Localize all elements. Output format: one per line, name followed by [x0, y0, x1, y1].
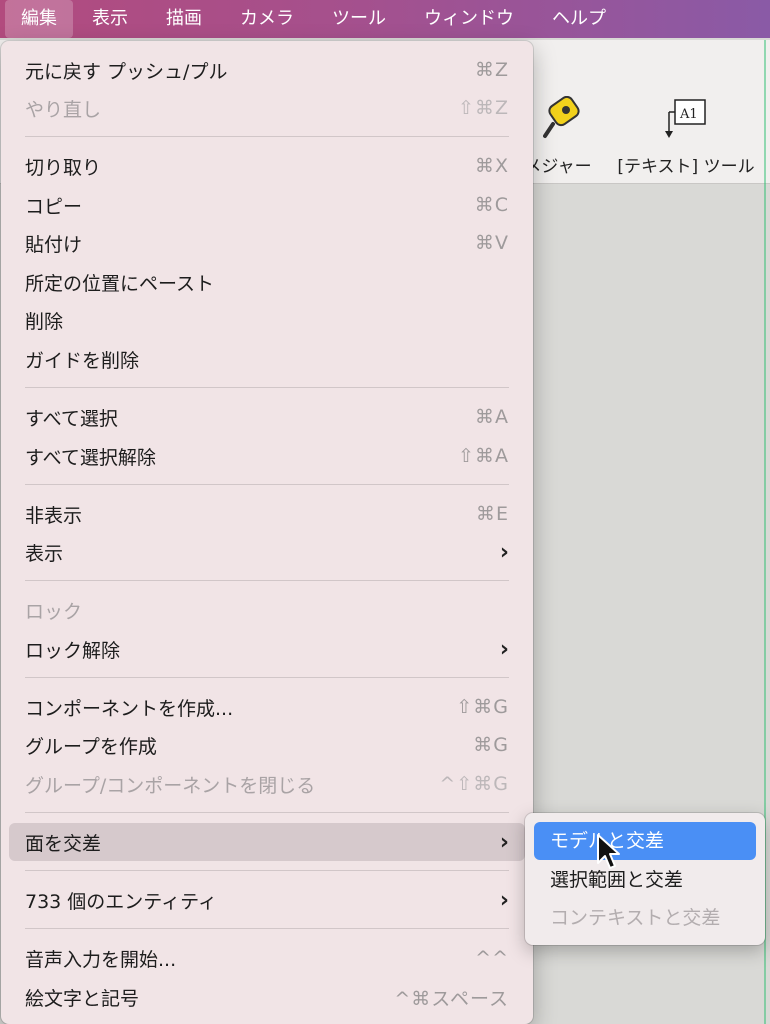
menubar-help[interactable]: ヘルプ: [533, 0, 625, 38]
submenu-item-intersect-model[interactable]: モデルと交差: [534, 822, 756, 860]
menu-item-label: 貼付け: [25, 233, 83, 256]
mouse-cursor-icon: [597, 834, 620, 869]
menubar-edit[interactable]: 編集: [5, 0, 73, 38]
menu-item-label: グループを作成: [25, 735, 157, 758]
menu-item-label: やり直し: [25, 98, 102, 121]
menu-item-delete-guides[interactable]: ガイドを削除: [9, 340, 525, 378]
menubar-tools[interactable]: ツール: [313, 0, 405, 38]
menubar-window[interactable]: ウィンドウ: [405, 0, 533, 38]
menu-item-label: ガイドを削除: [25, 349, 140, 372]
menu-item-label: 元に戻す プッシュ/プル: [25, 60, 228, 83]
menu-separator: [25, 387, 509, 388]
menu-separator: [25, 870, 509, 871]
menu-item-unlock[interactable]: ロック解除 ›: [9, 630, 525, 668]
submenu-item-intersect-context: コンテキストと交差: [550, 907, 721, 929]
chevron-right-icon: ›: [499, 539, 509, 565]
menu-item-start-dictation[interactable]: 音声入力を開始... ^^: [9, 939, 525, 977]
menu-item-make-group[interactable]: グループを作成 ⌘G: [9, 726, 525, 764]
menu-item-select-all[interactable]: すべて選択 ⌘A: [9, 398, 525, 436]
menu-item-emoji-symbols[interactable]: 絵文字と記号 ^⌘スペース: [9, 978, 525, 1016]
submenu-item-intersect-selection[interactable]: 選択範囲と交差: [534, 861, 756, 899]
shortcut: ⇧⌘G: [456, 696, 509, 718]
menu-item-label: 所定の位置にペースト: [25, 272, 215, 295]
menu-item-label: ロック: [25, 600, 83, 623]
shortcut: ⇧⌘Z: [458, 97, 509, 119]
shortcut: ⌘X: [474, 155, 509, 177]
menu-separator: [25, 928, 509, 929]
menu-item-label: 切り取り: [25, 156, 102, 179]
menu-item-label: すべて選択: [25, 407, 118, 430]
menu-item-redo: やり直し ⇧⌘Z: [9, 89, 525, 127]
menu-item-copy[interactable]: コピー ⌘C: [9, 186, 525, 224]
chevron-right-icon: ›: [499, 829, 509, 855]
shortcut: ^⇧⌘G: [439, 773, 509, 795]
menu-item-paste[interactable]: 貼付け ⌘V: [9, 224, 525, 262]
menu-bar: 編集 表示 描画 カメラ ツール ウィンドウ ヘルプ: [0, 0, 770, 38]
menu-item-delete[interactable]: 削除: [9, 301, 525, 339]
menu-item-label: 表示: [25, 542, 64, 565]
text-tool-label: [テキスト] ツール: [617, 157, 755, 177]
shortcut: ⌘A: [475, 406, 509, 428]
menu-item-lock: ロック: [9, 591, 525, 629]
menu-item-select-none[interactable]: すべて選択解除 ⇧⌘A: [9, 437, 525, 475]
text-tool-icon-text: A1: [679, 107, 698, 122]
shortcut: ⌘G: [473, 734, 509, 756]
menu-item-make-component[interactable]: コンポーネントを作成... ⇧⌘G: [9, 688, 525, 726]
menubar-camera[interactable]: カメラ: [221, 0, 313, 38]
menu-item-hide[interactable]: 非表示 ⌘E: [9, 495, 525, 533]
shortcut: ^⌘スペース: [394, 987, 509, 1010]
menu-item-undo[interactable]: 元に戻す プッシュ/プル ⌘Z: [9, 51, 525, 89]
menu-separator: [25, 580, 509, 581]
menu-item-label: コピー: [25, 195, 83, 218]
menu-item-label: 絵文字と記号: [25, 987, 140, 1010]
shortcut: ⌘V: [475, 232, 509, 254]
menu-separator: [25, 136, 509, 137]
shortcut: ⌘C: [474, 194, 509, 216]
menubar-view[interactable]: 表示: [73, 0, 147, 38]
menu-separator: [25, 812, 509, 813]
menu-item-label: すべて選択解除: [25, 446, 156, 469]
text-tool[interactable]: A1 [テキスト] ツール: [611, 92, 761, 177]
shortcut: ⌘Z: [474, 59, 509, 81]
menu-item-label: グループ/コンポーネントを閉じる: [25, 774, 316, 797]
menubar-draw[interactable]: 描画: [147, 0, 221, 38]
menu-item-label: 削除: [25, 310, 64, 333]
menu-item-label: 面を交差: [25, 832, 102, 855]
shortcut: ⇧⌘A: [458, 445, 509, 467]
intersect-submenu: モデルと交差 選択範囲と交差 コンテキストと交差: [525, 813, 765, 945]
chevron-right-icon: ›: [499, 636, 509, 662]
menu-item-show[interactable]: 表示 ›: [9, 533, 525, 571]
menu-item-paste-in-place[interactable]: 所定の位置にペースト: [9, 263, 525, 301]
menu-item-label: 非表示: [25, 504, 83, 527]
menu-item-label: コンポーネントを作成...: [25, 697, 234, 720]
text-tool-icon: A1: [611, 92, 761, 152]
menu-item-intersect-faces[interactable]: 面を交差 ›: [9, 823, 525, 861]
menu-item-close-group: グループ/コンポーネントを閉じる ^⇧⌘G: [9, 765, 525, 803]
menu-item-label: 音声入力を開始...: [25, 948, 177, 971]
menu-item-label: ロック解除: [25, 639, 121, 662]
menu-separator: [25, 677, 509, 678]
menu-item-entities[interactable]: 733 個のエンティティ ›: [9, 881, 525, 919]
chevron-right-icon: ›: [499, 887, 509, 913]
shortcut: ⌘E: [475, 503, 509, 525]
menu-item-label: 733 個のエンティティ: [25, 890, 218, 913]
menu-separator: [25, 484, 509, 485]
menu-item-cut[interactable]: 切り取り ⌘X: [9, 147, 525, 185]
edit-menu: 元に戻す プッシュ/プル ⌘Z やり直し ⇧⌘Z 切り取り ⌘X コピー ⌘C …: [1, 41, 533, 1024]
shortcut: ^^: [475, 947, 509, 969]
